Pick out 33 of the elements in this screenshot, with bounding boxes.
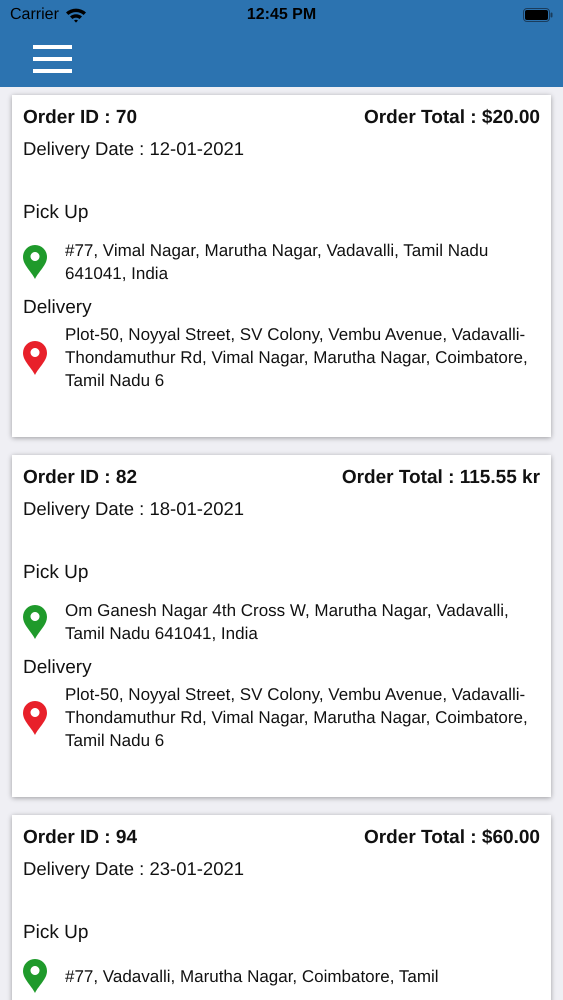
delivery-date: Delivery Date : 12-01-2021 — [23, 138, 246, 160]
order-total: Order Total : 115.55 kr — [342, 467, 540, 489]
map-pin-icon — [23, 959, 47, 993]
delivery-date: Delivery Date : 18-01-2021 — [23, 498, 246, 520]
order-id: Order ID : 94 — [23, 827, 138, 849]
address-text: Plot-50, Noyyal Street, SV Colony, Vembu Avenue, Vadavalli-Thondamuthur Rd, Vimal Nagar, Marutha Nagar, Coimbatore, Tamil Nadu 6 — [65, 684, 529, 752]
section-label: Delivery — [23, 657, 93, 679]
section-label: Pick Up — [23, 562, 90, 584]
status-time: 12:45 PM — [246, 6, 316, 24]
order-card[interactable] — [12, 95, 551, 437]
section-label: Delivery — [23, 297, 93, 319]
address-text: #77, Vimal Nagar, Marutha Nagar, Vadavalli, Tamil Nadu 641041, India — [65, 240, 490, 285]
address-text: #77, Vadavalli, Marutha Nagar, Coimbatore, Tamil — [65, 966, 439, 988]
order-id: Order ID : 70 — [23, 107, 138, 129]
order-total: Order Total : $60.00 — [364, 827, 540, 849]
delivery-date: Delivery Date : 23-01-2021 — [23, 858, 246, 880]
menu-button[interactable] — [33, 44, 72, 72]
order-card[interactable]: Order ID : 94 Order Total : $60.00 Delivery Date : 23-01-2021 Pick Up #77, Vadavalli, Marutha Nagar, Coimbatore, Tamil — [12, 815, 551, 1000]
menu-icon — [33, 44, 72, 72]
map-pin-icon — [23, 245, 47, 279]
section-label: Pick Up — [23, 202, 90, 224]
section-label: Pick Up — [23, 922, 90, 944]
wifi-icon — [64, 7, 87, 23]
order-card[interactable] — [12, 455, 551, 797]
order-total: Order Total : $20.00 — [364, 107, 540, 129]
map-pin-icon — [23, 605, 47, 639]
carrier-label: Carrier — [10, 6, 59, 24]
battery-icon — [523, 8, 553, 22]
address-text: Plot-50, Noyyal Street, SV Colony, Vembu Avenue, Vadavalli-Thondamuthur Rd, Vimal Nagar, Marutha Nagar, Coimbatore, Tamil Nadu 6 — [65, 324, 529, 392]
address-text: Om Ganesh Nagar 4th Cross W, Marutha Nagar, Vadavalli, Tamil Nadu 641041, India — [65, 600, 510, 645]
map-pin-icon — [23, 700, 47, 734]
map-pin-icon — [23, 340, 47, 374]
order-id: Order ID : 82 — [23, 467, 138, 489]
